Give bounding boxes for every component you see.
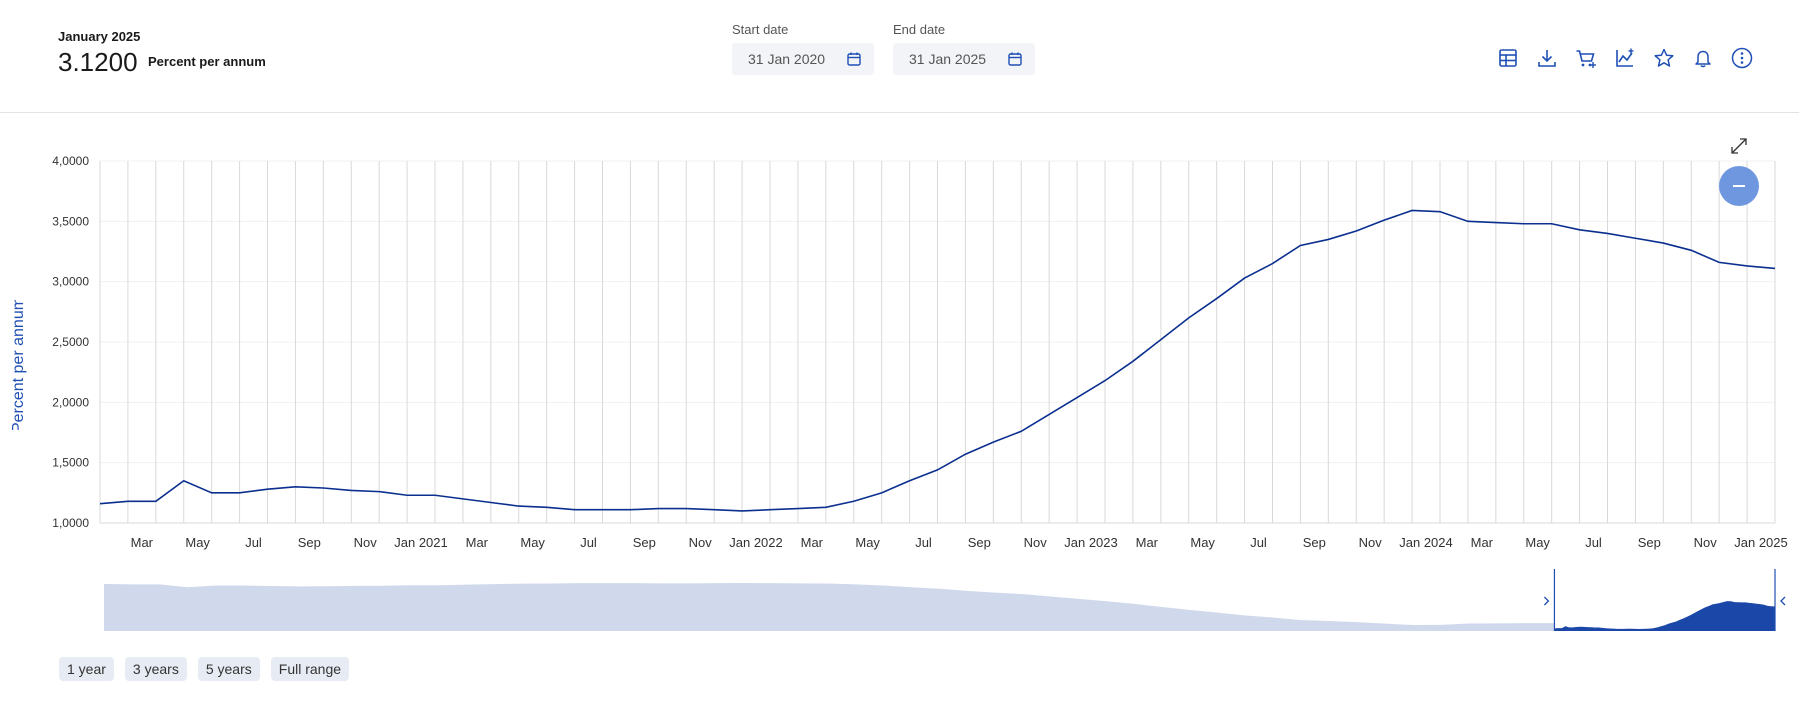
x-tick-label: Sep — [633, 535, 656, 550]
bell-icon[interactable] — [1691, 46, 1715, 70]
navigator-right-handle[interactable] — [1780, 596, 1786, 606]
x-tick-label: May — [1190, 535, 1215, 550]
x-tick-label: Jan 2025 — [1734, 535, 1788, 550]
x-tick-label: Jan 2022 — [729, 535, 783, 550]
latest-value: 3.1200 — [58, 47, 138, 77]
cart-add-icon[interactable] — [1574, 46, 1598, 70]
y-tick-label: 1,5000 — [52, 456, 89, 470]
x-tick-label: May — [855, 535, 880, 550]
start-date-label: Start date — [732, 22, 789, 37]
y-tick-label: 1,0000 — [52, 516, 89, 530]
range-full-button[interactable]: Full range — [270, 657, 350, 681]
y-tick-label: 2,5000 — [52, 335, 89, 349]
range-3-years-button[interactable]: 3 years — [124, 657, 187, 681]
x-tick-label: Sep — [1303, 535, 1326, 550]
x-tick-label: Jan 2023 — [1064, 535, 1118, 550]
end-date-value: 31 Jan 2025 — [909, 51, 987, 67]
expand-icon[interactable] — [1728, 135, 1750, 157]
start-date-value: 31 Jan 2020 — [748, 51, 826, 67]
end-date-input[interactable]: 31 Jan 2025 — [893, 43, 1035, 75]
calendar-icon[interactable] — [1007, 51, 1023, 67]
x-tick-label: Nov — [1694, 535, 1718, 550]
x-tick-label: May — [185, 535, 210, 550]
x-tick-label: Mar — [466, 535, 489, 550]
x-tick-label: Jul — [915, 535, 932, 550]
latest-unit: Percent per annum — [148, 54, 266, 69]
range-navigator[interactable] — [104, 569, 1786, 631]
x-tick-label: Sep — [1638, 535, 1661, 550]
range-selector: 1 year 3 years 5 years Full range — [59, 657, 350, 681]
x-tick-label: Sep — [968, 535, 991, 550]
y-tick-label: 3,5000 — [52, 214, 89, 228]
x-tick-label: Jul — [245, 535, 262, 550]
more-vertical-icon[interactable] — [1730, 46, 1754, 70]
x-tick-label: Jul — [1585, 535, 1602, 550]
start-date-group: Start date 31 Jan 2020 — [732, 22, 874, 75]
download-icon[interactable] — [1535, 46, 1559, 70]
x-tick-label: Nov — [689, 535, 713, 550]
x-tick-label: Jul — [580, 535, 597, 550]
zoom-out-button[interactable] — [1719, 166, 1759, 206]
x-tick-label: Nov — [1359, 535, 1383, 550]
chart-toolbar — [1496, 46, 1754, 70]
x-tick-label: Mar — [801, 535, 824, 550]
chart-add-icon[interactable] — [1613, 46, 1637, 70]
start-date-input[interactable]: 31 Jan 2020 — [732, 43, 874, 75]
minus-icon — [1733, 185, 1745, 187]
calendar-icon[interactable] — [846, 51, 862, 67]
range-1-year-button[interactable]: 1 year — [59, 657, 114, 681]
star-icon[interactable] — [1652, 46, 1676, 70]
navigator-area — [104, 583, 1775, 631]
end-date-group: End date 31 Jan 2025 — [893, 22, 1035, 75]
grid-lines — [99, 160, 1776, 524]
x-tick-label: Jul — [1250, 535, 1267, 550]
x-tick-label: Jan 2021 — [394, 535, 448, 550]
header-bar: January 2025 3.1200 Percent per annum St… — [0, 0, 1799, 113]
end-date-label: End date — [893, 22, 946, 37]
x-tick-label: Mar — [131, 535, 154, 550]
x-tick-label: Mar — [1136, 535, 1159, 550]
x-tick-label: Sep — [298, 535, 321, 550]
x-tick-label: Jan 2024 — [1399, 535, 1453, 550]
range-5-years-button[interactable]: 5 years — [197, 657, 260, 681]
x-tick-label: Nov — [1024, 535, 1048, 550]
y-tick-label: 3,0000 — [52, 275, 89, 289]
x-tick-label: May — [1525, 535, 1550, 550]
x-tick-label: Nov — [354, 535, 378, 550]
table-icon[interactable] — [1496, 46, 1520, 70]
y-axis-ticks: 1,0000 1,5000 2,0000 2,5000 3,0000 3,5000 4,00… — [52, 154, 89, 530]
y-tick-label: 2,0000 — [52, 395, 89, 409]
line-chart: 1,0000 1,5000 2,0000 2,5000 3,0000 3,5000 4,00… — [52, 154, 1788, 631]
latest-period: January 2025 — [58, 29, 141, 44]
y-tick-label: 4,0000 — [52, 154, 89, 168]
x-tick-label: Mar — [1471, 535, 1494, 550]
navigator-left-handle[interactable] — [1543, 596, 1550, 606]
x-tick-label: May — [520, 535, 545, 550]
x-axis-ticks: Mar May Jul Sep Nov Jan 2021 Mar May Jul Sep Nov Ja… — [131, 535, 1788, 550]
